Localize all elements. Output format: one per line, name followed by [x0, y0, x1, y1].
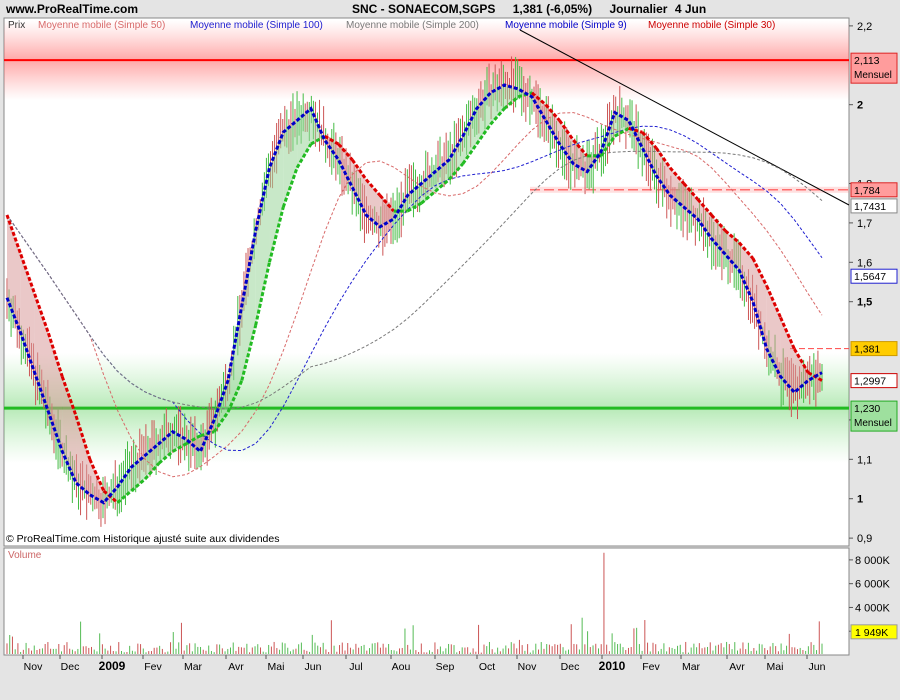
x-tick-label: 2010: [599, 659, 626, 673]
x-tick-label: Mar: [682, 661, 701, 673]
resistance-tag-tag: Mensuel: [854, 70, 892, 81]
x-tick-label: Aou: [392, 661, 411, 673]
legend-item: Moyenne mobile (Simple 9): [505, 20, 627, 31]
ma200-tag: 1,7431: [850, 198, 898, 214]
legend-item: Moyenne mobile (Simple 50): [38, 20, 165, 31]
legend-item: Moyenne mobile (Simple 100): [190, 20, 323, 31]
y-tick-label: 2,2: [857, 21, 872, 33]
x-tick-label: Jun: [809, 661, 826, 673]
ma200-tag-value: 1,7431: [854, 201, 886, 213]
mid-level-tag: 1,784: [850, 182, 898, 198]
y-tick-label: 1,7: [857, 218, 872, 230]
volume-tick-label: 6 000K: [855, 579, 891, 591]
x-tick-label: Mai: [268, 661, 285, 673]
y-tick-label: 0,9: [857, 533, 872, 545]
support-tag-tag: Mensuel: [854, 418, 892, 429]
ma100-tag: 1,5647: [850, 268, 898, 284]
y-tick-label: 2: [857, 100, 863, 112]
x-tick-label: Mai: [767, 661, 784, 673]
last-price-tag: 1,381: [850, 341, 898, 357]
price-panel-label: Prix: [8, 20, 25, 31]
copyright-note: © ProRealTime.com Historique ajusté suit…: [6, 533, 279, 545]
x-tick-label: Dec: [61, 661, 80, 673]
legend-item: Moyenne mobile (Simple 200): [346, 20, 479, 31]
ma100-tag-value: 1,5647: [854, 271, 886, 283]
volume-panel: [3, 547, 850, 656]
volume-tick-label: 4 000K: [855, 602, 891, 614]
x-tick-label: Nov: [518, 661, 537, 673]
x-tick-label: 2009: [99, 659, 126, 673]
x-tick-label: Fev: [144, 661, 162, 673]
x-tick-label: Oct: [479, 661, 495, 673]
x-tick-label: Mar: [184, 661, 203, 673]
x-tick-label: Avr: [729, 661, 745, 673]
legend: Moyenne mobile (Simple 50) Moyenne mobile…: [38, 20, 775, 31]
support-tag: 1,230 Mensuel: [850, 400, 898, 432]
ma30-tag: 1,2997: [850, 373, 898, 389]
x-tick-label: Avr: [228, 661, 244, 673]
x-tick-label: Sep: [436, 661, 455, 673]
x-tick-label: Jul: [349, 661, 362, 673]
x-tick-label: Fev: [642, 661, 660, 673]
legend-item: Moyenne mobile (Simple 30): [648, 20, 775, 31]
support-tag-value: 1,230: [854, 403, 880, 415]
x-tick-label: Jun: [305, 661, 322, 673]
y-tick-label: 1,1: [857, 454, 872, 466]
ma30-tag-value: 1,2997: [854, 376, 886, 388]
mid-level-tag-value: 1,784: [854, 185, 880, 197]
y-tick-label: 1,6: [857, 257, 872, 269]
x-tick-label: Nov: [24, 661, 43, 673]
x-tick-label: Dec: [561, 661, 580, 673]
volume-tick-label: 8 000K: [855, 555, 891, 567]
resistance-tag: 2,113 Mensuel: [850, 52, 898, 84]
y-tick-label: 1: [857, 494, 863, 506]
volume-marker-label: 1 949K: [855, 627, 888, 639]
volume-panel-label: Volume: [8, 550, 42, 561]
resistance-tag-value: 2,113: [854, 55, 880, 67]
last-price-tag-value: 1,381: [854, 344, 880, 356]
stock-chart[interactable]: 2,221,81,71,61,51,21,110,98 000K6 000K4 …: [0, 0, 900, 700]
y-tick-label: 1,5: [857, 297, 872, 309]
